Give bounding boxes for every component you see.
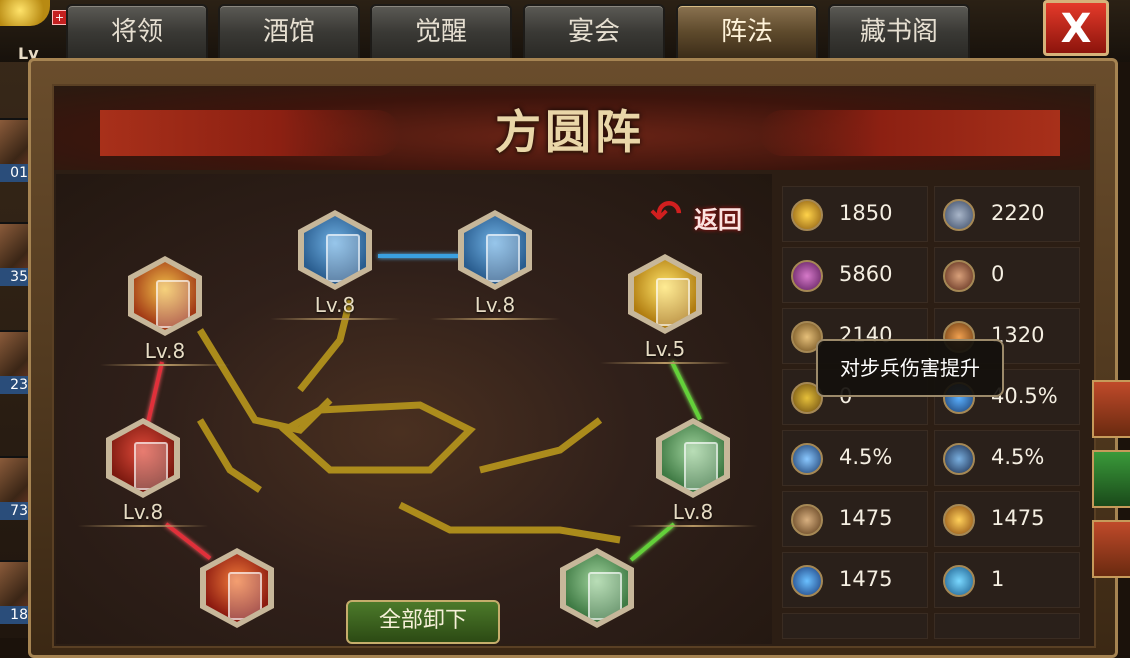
stat-cell: 1475 <box>782 491 928 547</box>
unequip-all-button[interactable]: 全部卸下 <box>346 600 500 644</box>
stat-cell: 1850 <box>782 186 928 242</box>
counter-icon <box>943 260 975 292</box>
stat-value: 2220 <box>991 201 1045 225</box>
formation-link <box>378 254 460 258</box>
divider <box>78 525 208 527</box>
stat-value: 1850 <box>839 201 893 225</box>
side-tab[interactable] <box>1092 520 1130 578</box>
stat-value: 0 <box>991 262 1005 286</box>
stat-cell: 1475 <box>934 491 1080 547</box>
side-tab[interactable] <box>1092 450 1130 508</box>
stat-cell: 1 <box>934 552 1080 608</box>
stat-cell: 5860 <box>782 247 928 303</box>
slot-level: Lv.8 <box>144 339 186 363</box>
stat-cell: 1475 <box>782 552 928 608</box>
stats-panel: 1850 2220 5860 0 2140 1320 0 40.5% 4.5% … <box>782 186 1082 639</box>
slot-level: Lv.8 <box>672 500 714 524</box>
scroll-book-icon <box>588 572 622 620</box>
divider <box>100 364 230 366</box>
return-label: 返回 <box>694 206 742 234</box>
divider <box>628 525 758 527</box>
attack-icon <box>791 199 823 231</box>
stat-cell: 0 <box>934 247 1080 303</box>
slot-level: Lv.5 <box>644 337 686 361</box>
pierce-icon <box>943 443 975 475</box>
scroll-book-icon <box>326 234 360 282</box>
scroll-book-icon <box>228 572 262 620</box>
stat-cell: 2220 <box>934 186 1080 242</box>
scroll-book-icon <box>656 278 690 326</box>
stat-value: 4.5% <box>991 445 1045 469</box>
stat-cell <box>934 613 1080 639</box>
strategy-icon <box>791 260 823 292</box>
slot-level: Lv.8 <box>314 293 356 317</box>
defense-shield-icon <box>943 199 975 231</box>
stat-value: 1475 <box>839 506 893 530</box>
stat-tooltip: 对步兵伤害提升 <box>816 339 1004 397</box>
gem-icon <box>943 565 975 597</box>
stat-value: 5860 <box>839 262 893 286</box>
stat-cell: 4.5% <box>782 430 928 486</box>
slot-level: Lv.8 <box>474 293 516 317</box>
return-arrow-icon: ↶ <box>650 192 682 236</box>
divider <box>270 318 400 320</box>
scroll-book-icon <box>486 234 520 282</box>
burst-icon <box>943 504 975 536</box>
scroll-book-icon <box>134 442 168 490</box>
stat-value: 4.5% <box>839 445 893 469</box>
stat-value: 1475 <box>991 506 1045 530</box>
wind-icon <box>791 565 823 597</box>
divider <box>430 318 560 320</box>
scroll-book-icon <box>684 442 718 490</box>
divider <box>600 362 730 364</box>
return-button[interactable]: ↶ 返回 <box>650 192 762 238</box>
stat-value: 1475 <box>839 567 893 591</box>
beast-icon <box>791 504 823 536</box>
slot-level: Lv.8 <box>122 500 164 524</box>
archer-icon <box>791 443 823 475</box>
side-tab[interactable] <box>1092 380 1130 438</box>
stat-cell <box>782 613 928 639</box>
scroll-book-icon <box>156 280 190 328</box>
stat-value: 1 <box>991 567 1005 591</box>
stat-cell: 4.5% <box>934 430 1080 486</box>
